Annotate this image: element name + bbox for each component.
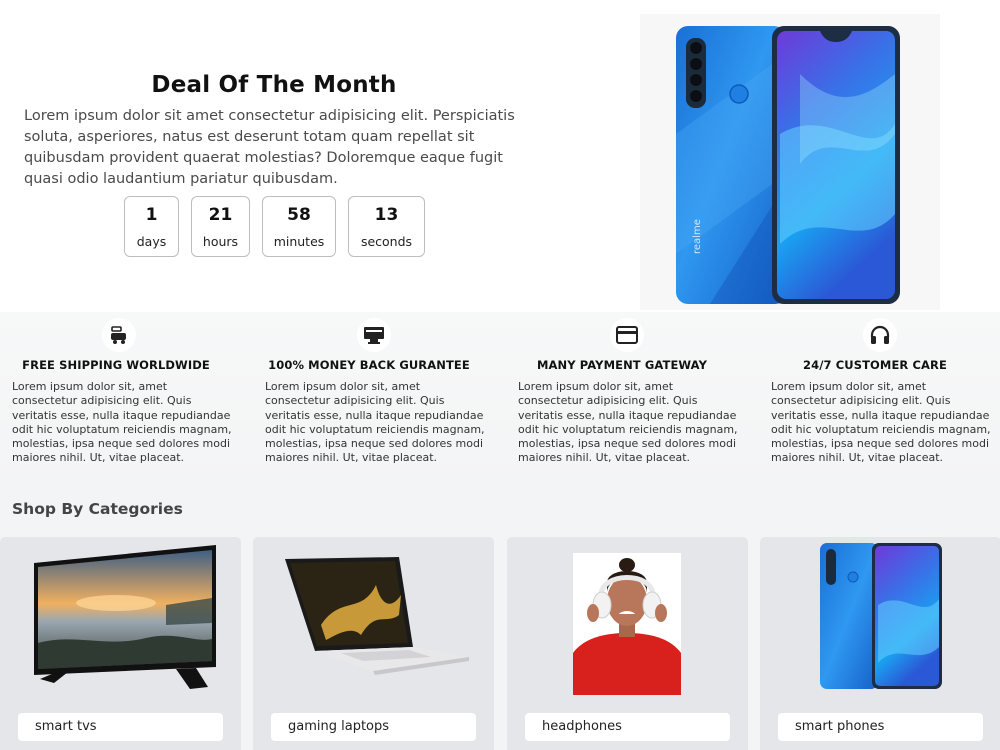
category-card-gaming-laptops[interactable]: gaming laptops bbox=[253, 537, 494, 750]
categories-section: Shop By Categories smart tvs gaming lapt… bbox=[0, 492, 1000, 750]
category-card-smart-phones[interactable]: smart phones bbox=[760, 537, 1000, 750]
countdown-unit: minutes bbox=[273, 234, 325, 249]
headset-icon bbox=[863, 318, 897, 352]
countdown-days: 1 days bbox=[124, 196, 179, 257]
category-label[interactable]: smart tvs bbox=[18, 713, 223, 741]
feature-text: Lorem ipsum dolor sit, amet consectetur … bbox=[518, 380, 738, 465]
countdown-value: 58 bbox=[287, 205, 311, 225]
countdown-value: 13 bbox=[374, 205, 399, 225]
deal-title: Deal Of The Month bbox=[151, 72, 397, 98]
features-section: FREE SHIPPING WORLDWIDE Lorem ipsum dolo… bbox=[0, 312, 1000, 492]
feature-title: FREE SHIPPING WORLDWIDE bbox=[22, 358, 210, 372]
feature-text: Lorem ipsum dolor sit, amet consectetur … bbox=[12, 380, 232, 465]
countdown-seconds: 13 seconds bbox=[348, 196, 425, 257]
feature-title: 100% MONEY BACK GURANTEE bbox=[268, 358, 470, 372]
television-image bbox=[34, 545, 216, 689]
smartphone-image: realme bbox=[676, 26, 900, 304]
smartphone-image bbox=[820, 543, 942, 689]
delivery-truck-icon bbox=[102, 318, 136, 352]
countdown-unit: hours bbox=[202, 234, 239, 249]
feature-text: Lorem ipsum dolor sit, amet consectetur … bbox=[771, 380, 991, 465]
category-card-headphones[interactable]: headphones bbox=[507, 537, 748, 750]
countdown-unit: days bbox=[136, 234, 167, 249]
countdown-hours: 21 hours bbox=[191, 196, 250, 257]
countdown-timer: 1 days 21 hours 58 minutes 13 seconds bbox=[124, 196, 425, 257]
countdown-unit: seconds bbox=[360, 234, 413, 249]
category-label[interactable]: smart phones bbox=[778, 713, 983, 741]
feature-text: Lorem ipsum dolor sit, amet consectetur … bbox=[265, 380, 485, 465]
category-label[interactable]: gaming laptops bbox=[271, 713, 476, 741]
feature-title: MANY PAYMENT GATEWAY bbox=[536, 358, 707, 372]
deal-product-image[interactable]: realme bbox=[640, 14, 940, 310]
headphones-image bbox=[573, 553, 681, 695]
countdown-minutes: 58 minutes bbox=[262, 196, 336, 257]
money-bill-icon bbox=[357, 318, 391, 352]
credit-card-icon bbox=[610, 318, 644, 352]
phone-brand-text: realme bbox=[692, 219, 703, 254]
laptop-image bbox=[285, 557, 469, 675]
category-label[interactable]: headphones bbox=[525, 713, 730, 741]
categories-heading: Shop By Categories bbox=[12, 500, 183, 518]
feature-title: 24/7 CUSTOMER CARE bbox=[803, 358, 947, 372]
countdown-value: 21 bbox=[208, 205, 233, 225]
category-card-smart-tvs[interactable]: smart tvs bbox=[0, 537, 241, 750]
countdown-value: 1 bbox=[145, 205, 158, 225]
deal-section: Deal Of The Month Lorem ipsum dolor sit … bbox=[0, 0, 1000, 312]
deal-description: Lorem ipsum dolor sit amet consectetur a… bbox=[24, 108, 515, 187]
